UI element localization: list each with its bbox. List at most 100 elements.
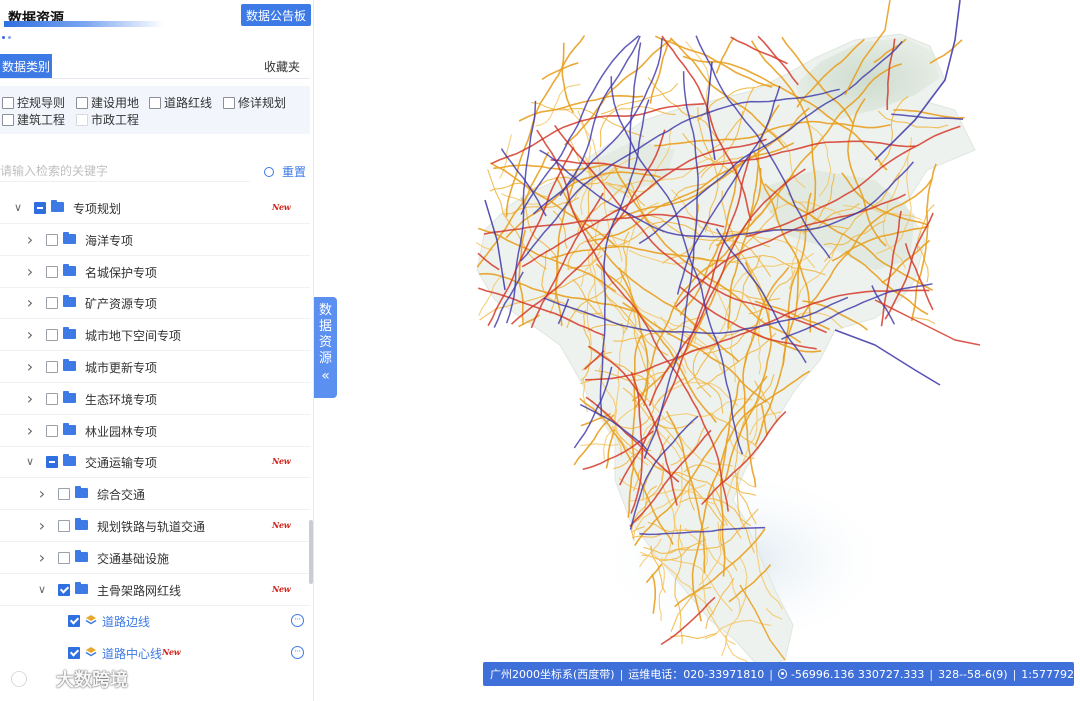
layer-checkbox[interactable] xyxy=(46,392,58,405)
layer-checkbox[interactable] xyxy=(68,647,80,660)
tree-node[interactable]: › 林业园林专项 xyxy=(0,415,310,447)
folder-icon xyxy=(63,263,76,276)
watermark-logo-icon xyxy=(10,669,48,688)
chevron-right-icon[interactable]: › xyxy=(36,518,48,534)
folder-icon xyxy=(51,200,64,212)
layer-checkbox[interactable] xyxy=(58,520,70,532)
folder-icon xyxy=(75,518,88,530)
chevron-right-icon[interactable]: › xyxy=(36,549,48,565)
chevron-right-icon[interactable]: › xyxy=(24,263,36,279)
layer-checkbox[interactable] xyxy=(46,297,58,310)
folder-icon xyxy=(75,581,88,594)
locate-icon[interactable] xyxy=(777,669,787,679)
chevron-right-icon[interactable]: › xyxy=(24,327,36,343)
tree-node-label: 城市地下空间专项 xyxy=(85,329,182,344)
reset-icon xyxy=(264,166,274,177)
tree-node-label: 主骨架路网红线 xyxy=(97,583,182,598)
watermark-text: 大数跨境 xyxy=(56,670,128,691)
chevron-down-icon[interactable]: ∨ xyxy=(12,202,24,214)
layer-checkbox[interactable] xyxy=(34,202,46,214)
tree-node[interactable]: ∨ 交通运输专项 New xyxy=(0,446,310,479)
checkbox-box[interactable] xyxy=(149,96,161,109)
tree-node-label: 城市更新专项 xyxy=(85,361,158,375)
tree-node[interactable]: › 海洋专项 xyxy=(0,224,310,256)
filter-checkbox[interactable]: 修详规划 xyxy=(223,94,286,111)
layer-checkbox[interactable] xyxy=(46,361,58,373)
checkbox-box[interactable] xyxy=(76,96,88,109)
collapse-panel-tab[interactable]: 数据资源 « xyxy=(314,297,337,398)
chevron-down-icon[interactable]: ∨ xyxy=(36,583,48,596)
filter-label: 建筑工程 xyxy=(17,113,66,127)
layer-checkbox[interactable] xyxy=(46,233,58,246)
road-network-map xyxy=(476,0,981,669)
tree-node-label: 交通基础设施 xyxy=(97,551,170,566)
new-badge: New xyxy=(272,583,291,594)
tree-node[interactable]: › 综合交通 xyxy=(0,478,310,511)
support-phone: 运维电话：020-33971810 xyxy=(628,668,765,681)
road-line xyxy=(715,37,735,74)
road-line xyxy=(757,35,799,86)
tree-leaf-layer[interactable]: 道路中心线 New ··· xyxy=(0,637,310,669)
chevron-right-icon[interactable]: › xyxy=(24,359,36,375)
tree-node[interactable]: › 规划铁路与轨道交通 New xyxy=(0,510,310,542)
folder-icon xyxy=(63,231,76,244)
layer-checkbox[interactable] xyxy=(58,488,70,501)
filter-checkbox[interactable]: 建设用地 xyxy=(76,94,139,111)
layer-checkbox[interactable] xyxy=(68,615,80,628)
filter-checkbox[interactable]: 道路红线 xyxy=(149,94,212,111)
road-line xyxy=(649,42,669,104)
tree-node[interactable]: › 矿产资源专项 xyxy=(0,287,310,320)
more-options-icon[interactable]: ··· xyxy=(291,614,304,628)
tree-node[interactable]: ∨ 专项规划 New xyxy=(0,192,310,224)
chevron-right-icon[interactable]: › xyxy=(24,231,36,247)
layer-checkbox[interactable] xyxy=(46,265,58,278)
layer-checkbox[interactable] xyxy=(58,551,70,564)
filter-label: 修详规划 xyxy=(238,96,287,110)
filter-checkbox[interactable]: 市政工程 xyxy=(76,111,139,128)
category-filter-box: 控规导则 建设用地 道路红线 修详规划 建筑工程 市政工程 xyxy=(0,86,310,134)
tree-node[interactable]: ∨ 主骨架路网红线 New xyxy=(0,574,310,606)
layer-checkbox[interactable] xyxy=(46,456,58,469)
checkbox-box[interactable] xyxy=(2,113,14,126)
checkbox-box[interactable] xyxy=(76,113,88,126)
layer-checkbox[interactable] xyxy=(46,424,58,437)
collapse-tab-label: 数据资源 xyxy=(318,303,332,366)
tab-data-category[interactable]: 数据类别 xyxy=(0,54,52,78)
tree-scrollbar[interactable] xyxy=(309,520,313,584)
folder-icon xyxy=(75,486,88,499)
tree-node-label: 交通运输专项 xyxy=(85,456,158,471)
more-options-icon[interactable]: ··· xyxy=(291,646,304,660)
reset-label: 重置 xyxy=(282,165,307,179)
chevron-right-icon[interactable]: › xyxy=(36,486,48,502)
tree-node[interactable]: › 生态环境专项 xyxy=(0,383,310,415)
tree-leaf-layer[interactable]: 道路边线 ··· xyxy=(0,605,310,637)
reset-button[interactable]: 重置 xyxy=(264,163,306,180)
road-line xyxy=(834,329,941,386)
new-badge: New xyxy=(162,647,181,658)
filter-checkbox[interactable]: 建筑工程 xyxy=(2,111,65,128)
new-badge: New xyxy=(272,202,291,212)
data-board-button[interactable]: 数据公告板 xyxy=(241,4,311,26)
road-line xyxy=(580,443,619,447)
tree-node[interactable]: › 交通基础设施 xyxy=(0,542,310,574)
checkbox-box[interactable] xyxy=(223,96,235,109)
filter-label: 道路红线 xyxy=(164,96,213,110)
tree-node-label: 规划铁路与轨道交通 xyxy=(97,520,206,534)
chevron-right-icon[interactable]: › xyxy=(24,295,36,311)
tree-node[interactable]: › 名城保护专项 xyxy=(0,256,310,288)
folder-icon xyxy=(63,454,76,467)
chevron-right-icon[interactable]: › xyxy=(24,422,36,438)
checkbox-box[interactable] xyxy=(2,96,14,109)
layer-checkbox[interactable] xyxy=(58,583,70,596)
chevron-down-icon[interactable]: ∨ xyxy=(24,456,36,468)
search-input[interactable] xyxy=(0,160,250,181)
crs-label: 广州2000坐标系(西度带) xyxy=(490,668,615,681)
tree-node[interactable]: › 城市地下空间专项 xyxy=(0,319,310,352)
tree-node[interactable]: › 城市更新专项 xyxy=(0,351,310,383)
tab-favorites[interactable]: 收藏夹 xyxy=(264,58,300,75)
chevron-right-icon[interactable]: › xyxy=(24,390,36,406)
map-canvas[interactable]: 广州2000坐标系(西度带) | 运维电话：020-33971810 | -56… xyxy=(315,0,1080,701)
filter-checkbox[interactable]: 控规导则 xyxy=(2,94,65,111)
layer-checkbox[interactable] xyxy=(46,329,58,342)
folder-icon xyxy=(63,359,76,371)
